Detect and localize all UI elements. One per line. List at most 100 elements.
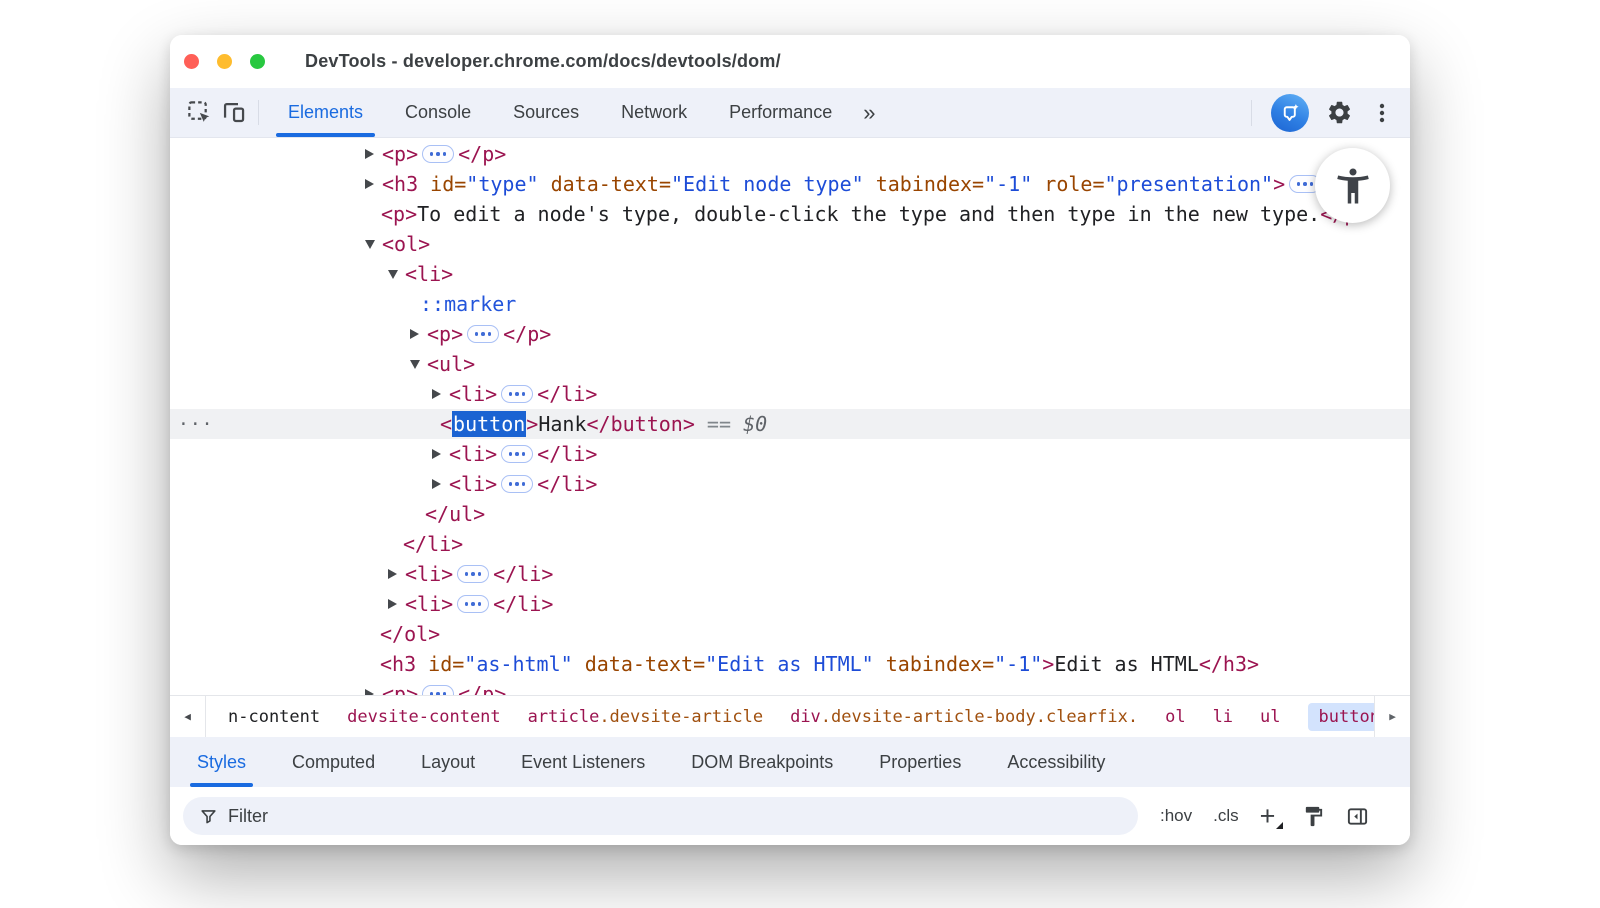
dom-tree-row[interactable]: <li> </li> xyxy=(170,439,1410,469)
arrow-triangle xyxy=(388,569,397,579)
breadcrumb-item-div[interactable]: div.devsite-article-body.clearfix. xyxy=(790,707,1138,727)
code-token-tag: <li> xyxy=(405,262,453,286)
collapse-arrow-icon[interactable] xyxy=(410,360,427,369)
expand-arrow-icon[interactable] xyxy=(432,389,449,399)
dom-tree-row[interactable]: </ol> xyxy=(170,619,1410,649)
more-options-kebab-icon[interactable] xyxy=(1370,101,1394,125)
dom-tree-row[interactable]: <ul> xyxy=(170,349,1410,379)
arrow-triangle xyxy=(410,360,420,369)
dom-tree-row-selected[interactable]: ···<button>Hank</button> == $0 xyxy=(170,409,1410,439)
tab-elements[interactable]: Elements xyxy=(267,88,384,137)
tab-console[interactable]: Console xyxy=(384,88,492,137)
breadcrumb-items: n-content devsite-content article.devsit… xyxy=(206,696,1374,737)
tab-performance[interactable]: Performance xyxy=(708,88,853,137)
code-token-attr: role= xyxy=(1032,172,1104,196)
code-token-tag: <li> xyxy=(449,382,497,406)
dom-tree-row[interactable]: <p></p> xyxy=(170,319,1410,349)
code-token-tag: <h3 xyxy=(380,652,416,676)
breadcrumb-item-article[interactable]: article.devsite-article xyxy=(528,707,763,727)
toggle-sidebar-icon[interactable] xyxy=(1346,805,1369,828)
expand-arrow-icon[interactable] xyxy=(365,689,382,695)
collapsed-content-ellipsis-icon[interactable] xyxy=(457,565,489,583)
code-token-tag: <li> xyxy=(405,562,453,586)
expand-arrow-icon[interactable] xyxy=(432,479,449,489)
row-overflow-menu-icon[interactable]: ··· xyxy=(178,414,214,435)
dom-tree-row[interactable]: <p> </p> xyxy=(170,139,1410,169)
expand-arrow-icon[interactable] xyxy=(365,149,382,159)
zoom-button[interactable] xyxy=(250,54,265,69)
breadcrumb-item-main-content[interactable]: n-content xyxy=(228,707,320,727)
collapsed-content-ellipsis-icon[interactable] xyxy=(501,385,533,403)
dom-tree-row[interactable]: ::marker xyxy=(170,289,1410,319)
tab-layout[interactable]: Layout xyxy=(398,737,498,787)
expand-arrow-icon[interactable] xyxy=(365,179,382,189)
dom-tree-row[interactable]: <p>To edit a node's type, double-click t… xyxy=(170,199,1410,229)
class-toggle[interactable]: .cls xyxy=(1213,806,1239,826)
code-token-tag: <li> xyxy=(405,592,453,616)
tab-sources[interactable]: Sources xyxy=(492,88,600,137)
minimize-button[interactable] xyxy=(217,54,232,69)
new-style-rule-button[interactable]: + xyxy=(1260,806,1276,826)
dom-tree-row[interactable]: <p></p> xyxy=(170,679,1410,695)
dom-tree: <p> </p> <h3 id="type" data-text="Edit nod… xyxy=(170,138,1410,695)
code-token-tag: </li> xyxy=(493,592,553,616)
collapse-arrow-icon[interactable] xyxy=(365,240,382,249)
code-token-tag: </li> xyxy=(537,442,597,466)
collapsed-content-ellipsis-icon[interactable] xyxy=(422,145,454,163)
ai-assistant-icon[interactable] xyxy=(1271,94,1309,132)
inspect-icon[interactable] xyxy=(182,88,216,137)
tab-network[interactable]: Network xyxy=(600,88,708,137)
arrow-triangle xyxy=(410,329,419,339)
expand-arrow-icon[interactable] xyxy=(388,599,405,609)
breadcrumb-item-devsite-content[interactable]: devsite-content xyxy=(347,707,501,727)
funnel-filter-icon xyxy=(199,807,218,826)
dom-tree-row[interactable]: <li> </li> xyxy=(170,589,1410,619)
dom-tree-row[interactable]: <ol> xyxy=(170,229,1410,259)
code-token-tag: <li> xyxy=(449,442,497,466)
pseudo-state-toggle[interactable]: :hov xyxy=(1160,806,1192,826)
dom-tree-row[interactable]: <li></li> xyxy=(170,469,1410,499)
expand-arrow-icon[interactable] xyxy=(432,449,449,459)
filter-input[interactable] xyxy=(228,806,1130,827)
dom-tree-row[interactable]: <h3 id="type" data-text="Edit node type"… xyxy=(170,169,1410,199)
more-tabs-icon[interactable]: » xyxy=(853,88,883,137)
tab-styles[interactable]: Styles xyxy=(174,737,269,787)
breadcrumb-item-button-selected[interactable]: button xyxy=(1308,703,1374,731)
code-token-attr: data-text= xyxy=(539,172,671,196)
breadcrumb-item-ol[interactable]: ol xyxy=(1165,707,1185,727)
collapsed-content-ellipsis-icon[interactable] xyxy=(467,325,499,343)
code-token-tag: <p> xyxy=(382,682,418,695)
code-token-tag: > xyxy=(1273,172,1285,196)
dom-tree-row[interactable]: <li></li> xyxy=(170,559,1410,589)
dom-tree-row[interactable]: <li> xyxy=(170,259,1410,289)
rendering-emulation-icon[interactable] xyxy=(1302,805,1325,828)
breadcrumb-scroll-left-icon[interactable]: ◀ xyxy=(170,696,206,737)
breadcrumb-item-li[interactable]: li xyxy=(1213,707,1233,727)
device-toolbar-icon[interactable] xyxy=(216,88,250,137)
tab-accessibility[interactable]: Accessibility xyxy=(984,737,1128,787)
expand-arrow-icon[interactable] xyxy=(410,329,427,339)
collapsed-content-ellipsis-icon[interactable] xyxy=(422,685,454,695)
tab-dom-breakpoints[interactable]: DOM Breakpoints xyxy=(668,737,856,787)
code-token-tag: <p> xyxy=(382,142,418,166)
collapsed-content-ellipsis-icon[interactable] xyxy=(501,475,533,493)
collapsed-content-ellipsis-icon[interactable] xyxy=(501,445,533,463)
collapse-arrow-icon[interactable] xyxy=(388,270,405,279)
code-token-tag: </p> xyxy=(458,142,506,166)
breadcrumb-scroll-right-icon[interactable]: ▶ xyxy=(1374,696,1410,737)
dom-tree-row[interactable]: </li> xyxy=(170,529,1410,559)
dom-tree-row[interactable]: </ul> xyxy=(170,499,1410,529)
tab-computed[interactable]: Computed xyxy=(269,737,398,787)
tab-event-listeners[interactable]: Event Listeners xyxy=(498,737,668,787)
code-token-tag: > xyxy=(1042,652,1054,676)
breadcrumb-item-ul[interactable]: ul xyxy=(1260,707,1280,727)
dom-tree-row[interactable]: <h3 id="as-html" data-text="Edit as HTML… xyxy=(170,649,1410,679)
expand-arrow-icon[interactable] xyxy=(388,569,405,579)
filter-field[interactable] xyxy=(183,797,1138,835)
collapsed-content-ellipsis-icon[interactable] xyxy=(457,595,489,613)
tab-properties[interactable]: Properties xyxy=(856,737,984,787)
dom-tree-row[interactable]: <li></li> xyxy=(170,379,1410,409)
close-button[interactable] xyxy=(184,54,199,69)
settings-gear-icon[interactable] xyxy=(1326,99,1353,126)
arrow-triangle xyxy=(432,449,441,459)
